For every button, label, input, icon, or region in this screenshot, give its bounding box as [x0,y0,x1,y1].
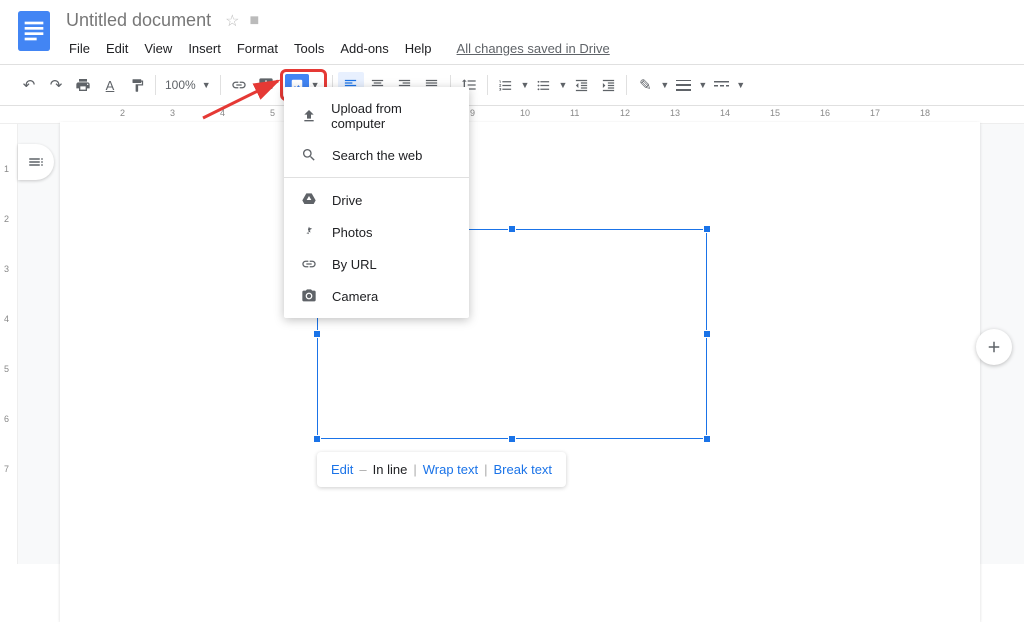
border-weight-button[interactable]: ▼ [670,72,707,98]
dd-camera[interactable]: Camera [284,280,469,312]
wrap-text-option[interactable]: Wrap text [423,462,478,477]
menu-format[interactable]: Format [230,37,285,60]
break-text-option[interactable]: Break text [494,462,553,477]
drive-icon [300,192,318,208]
resize-handle[interactable] [313,435,321,443]
menu-view[interactable]: View [137,37,179,60]
link-icon [300,256,318,272]
paint-format-button[interactable] [124,72,150,98]
resize-handle[interactable] [508,225,516,233]
separator [487,75,488,95]
numbered-list-button[interactable]: ▼ [493,72,530,98]
dd-label: Search the web [332,148,422,163]
increase-indent-button[interactable] [595,72,621,98]
menu-help[interactable]: Help [398,37,439,60]
dd-label: Photos [332,225,372,240]
vertical-ruler[interactable]: 1234567 [0,124,18,564]
separator [155,75,156,95]
upload-icon [300,108,317,124]
camera-icon [300,288,318,304]
zoom-selector[interactable]: 100%▼ [161,78,215,92]
separator: – [359,462,366,477]
dd-photos[interactable]: Photos [284,216,469,248]
border-dash-button[interactable]: ▼ [708,72,745,98]
photos-icon [300,224,318,240]
menu-addons[interactable]: Add-ons [333,37,395,60]
document-title[interactable]: Untitled document [62,8,215,33]
menu-bar: File Edit View Insert Format Tools Add-o… [62,37,1008,60]
separator [220,75,221,95]
dd-drive[interactable]: Drive [284,184,469,216]
title-area: Untitled document ☆ ■ File Edit View Ins… [62,8,1008,60]
dd-upload-computer[interactable]: Upload from computer [284,93,469,139]
dd-label: Camera [332,289,378,304]
resize-handle[interactable] [313,330,321,338]
separator: | [484,462,487,477]
resize-handle[interactable] [703,225,711,233]
insert-link-button[interactable] [226,72,252,98]
image-options-toolbar: Edit – In line | Wrap text | Break text [317,452,566,487]
redo-button[interactable]: ↷ [43,72,69,98]
border-color-button[interactable]: ✎▼ [632,72,669,98]
search-icon [300,147,318,163]
dd-by-url[interactable]: By URL [284,248,469,280]
toolbar: ↶ ↷ A 100%▼ ▼ ▼ ▼ ✎▼ ▼ ▼ [0,64,1024,106]
resize-handle[interactable] [703,435,711,443]
outline-toggle-button[interactable] [18,144,54,180]
menu-file[interactable]: File [62,37,97,60]
dropdown-divider [284,177,469,178]
menu-edit[interactable]: Edit [99,37,135,60]
wrap-inline-option[interactable]: In line [373,462,408,477]
edit-image-link[interactable]: Edit [331,462,353,477]
docs-logo-icon[interactable] [16,8,52,54]
menu-tools[interactable]: Tools [287,37,331,60]
save-status[interactable]: All changes saved in Drive [457,37,610,60]
explore-button[interactable] [976,329,1012,365]
resize-handle[interactable] [703,330,711,338]
app-header: Untitled document ☆ ■ File Edit View Ins… [0,0,1024,60]
dd-search-web[interactable]: Search the web [284,139,469,171]
spellcheck-button[interactable]: A [97,72,123,98]
separator [626,75,627,95]
decrease-indent-button[interactable] [568,72,594,98]
bulleted-list-button[interactable]: ▼ [530,72,567,98]
canvas-area: 1234567 Edit – In line | Wrap text | Bre… [0,124,1024,564]
star-icon[interactable]: ☆ [225,11,239,31]
resize-handle[interactable] [508,435,516,443]
print-button[interactable] [70,72,96,98]
menu-insert[interactable]: Insert [181,37,228,60]
separator: | [413,462,416,477]
dd-label: Upload from computer [331,101,453,131]
move-folder-icon[interactable]: ■ [249,12,259,30]
insert-image-dropdown: Upload from computer Search the web Driv… [284,87,469,318]
dd-label: By URL [332,257,377,272]
add-comment-button[interactable] [253,72,279,98]
undo-button[interactable]: ↶ [16,72,42,98]
dd-label: Drive [332,193,362,208]
